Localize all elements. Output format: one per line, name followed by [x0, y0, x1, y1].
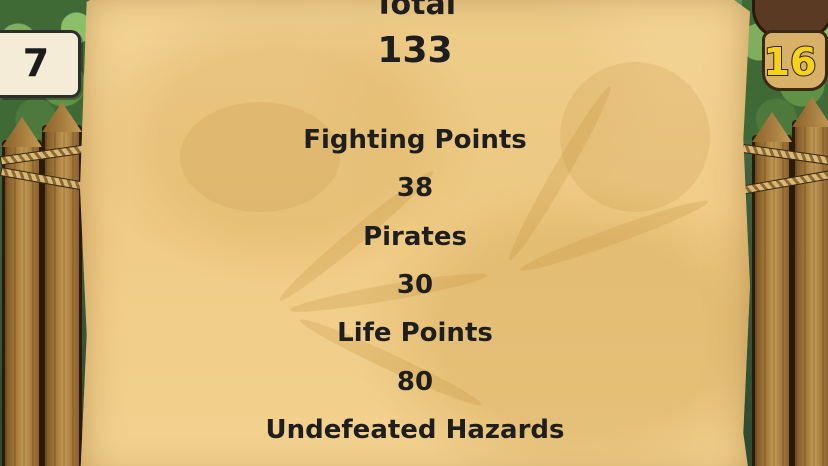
- pirates-label: Pirates: [363, 222, 467, 252]
- score-total: 133: [377, 30, 453, 71]
- palisade-log: [2, 140, 42, 466]
- game-screen: Total 133 Fighting Points 38 Pirates 30 …: [0, 0, 828, 466]
- life-points-label: Life Points: [337, 318, 493, 348]
- leaf-card-icon: 7: [0, 30, 81, 98]
- pirates-value: 30: [396, 270, 434, 300]
- undefeated-hazards-label: Undefeated Hazards: [265, 415, 565, 445]
- fighting-points-label: Fighting Points: [303, 125, 527, 155]
- fighting-points-value: 38: [396, 173, 434, 203]
- left-counter-value: 7: [22, 41, 50, 85]
- life-points-value: 80: [396, 367, 434, 397]
- right-counter-value: 16: [763, 39, 818, 85]
- score-heading: Total: [374, 0, 456, 22]
